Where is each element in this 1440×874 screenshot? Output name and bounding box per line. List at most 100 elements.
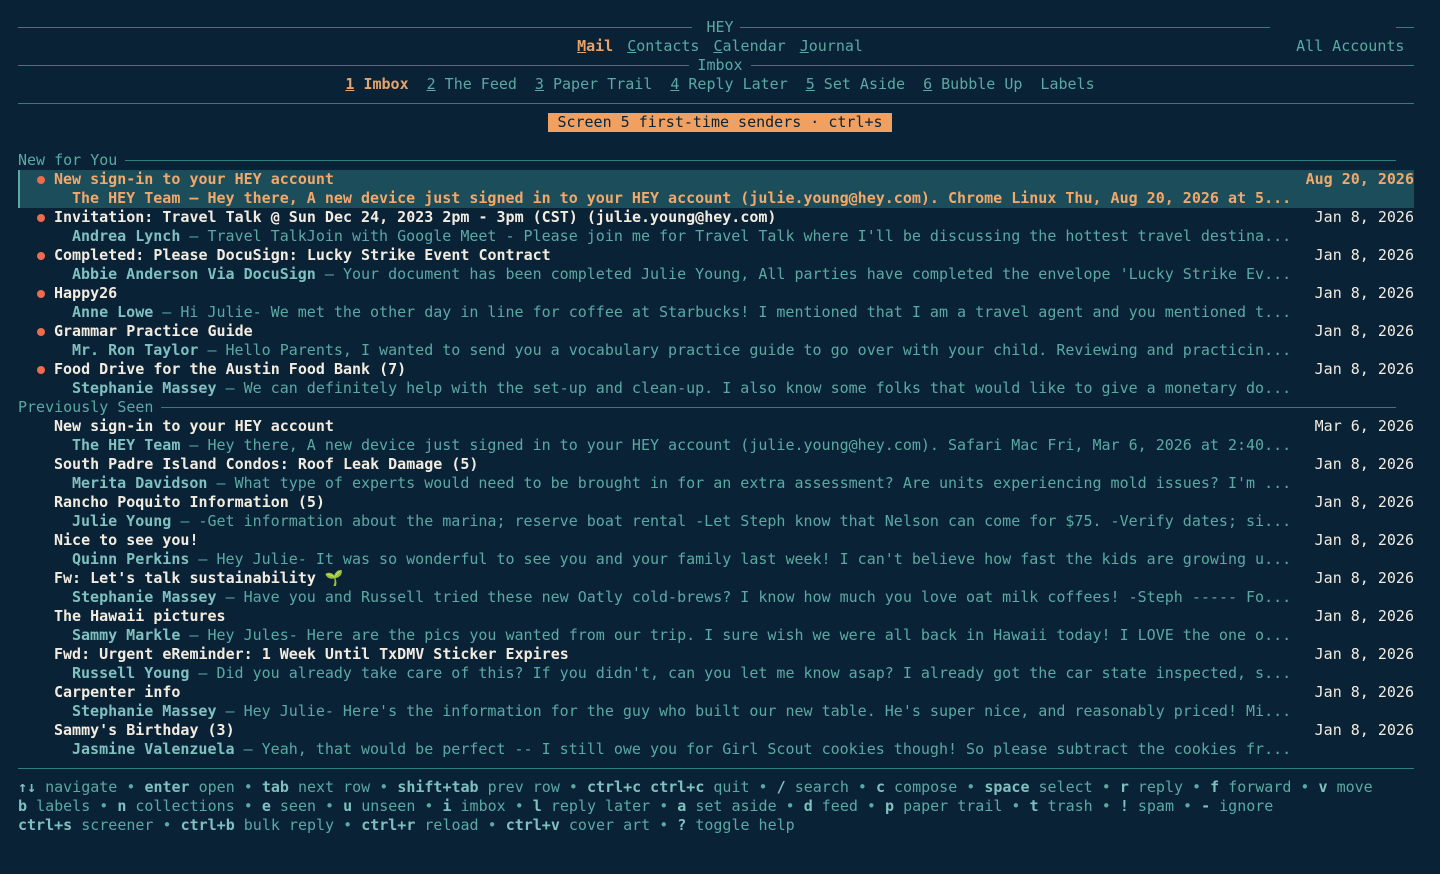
email-date: Aug 20, 2026 [1305, 170, 1414, 188]
email-line-main: Nice to see you! Jan 8, 2026 [18, 531, 1414, 550]
screener-banner[interactable]: Screen 5 first-time senders · ctrl+s [548, 113, 892, 132]
unread-dot-icon [37, 214, 45, 222]
email-row[interactable]: New sign-in to your HEY account Aug 20, 2… [18, 170, 1414, 208]
email-line-main: New sign-in to your HEY account Aug 20, 2… [18, 170, 1414, 189]
help-desc: open [198, 778, 235, 796]
email-row[interactable]: The Hawaii pictures Jan 8, 2026 Sammy Mark… [18, 607, 1414, 645]
email-row[interactable]: Food Drive for the Austin Food Bank (7) J… [18, 360, 1414, 398]
email-row[interactable]: Fwd: Urgent eReminder: 1 Week Until TxDM… [18, 645, 1414, 683]
nav-label: alendar [722, 37, 786, 55]
email-row[interactable]: Nice to see you! Jan 8, 2026 Quinn Perkins… [18, 531, 1414, 569]
main-nav: Mail Contacts Calendar Journal [0, 37, 1440, 56]
email-row[interactable]: Happy26 Jan 8, 2026 Anne Lowe — Hi Julie- … [18, 284, 1414, 322]
email-preview: Mr. Ron Taylor — Hello Parents, I wanted… [72, 341, 1291, 360]
email-subject: Carpenter info [54, 683, 181, 701]
email-preview: The HEY Team — Hey there, A new device j… [72, 436, 1291, 455]
email-line-main: Grammar Practice Guide Jan 8, 2026 [18, 322, 1414, 341]
mailbox-tab[interactable]: 4 Reply Later [670, 75, 787, 94]
email-sender: Julie Young [72, 512, 172, 530]
main-nav-item[interactable]: Journal [800, 37, 863, 56]
email-snippet: We can definitely help with the set-up a… [243, 379, 1292, 397]
mailbox-tab[interactable]: 1 Imbox [345, 75, 408, 94]
email-row[interactable]: Grammar Practice Guide Jan 8, 2026 Mr. Ron… [18, 322, 1414, 360]
email-date: Jan 8, 2026 [1314, 721, 1414, 739]
tab-label: The Feed [435, 75, 517, 93]
help-desc: screener [81, 816, 154, 834]
help-key: p [885, 797, 895, 815]
mailbox-tab[interactable]: 5 Set Aside [806, 75, 905, 94]
email-line-preview: Anne Lowe — Hi Julie- We met the other d… [18, 303, 1414, 322]
help-desc: toggle help [695, 816, 795, 834]
email-row[interactable]: Completed: Please DocuSign: Lucky Strike… [18, 246, 1414, 284]
help-key: tab [261, 778, 289, 796]
email-row[interactable]: South Padre Island Condos: Roof Leak Dam… [18, 455, 1414, 493]
tab-number: 5 [805, 75, 815, 93]
email-line-main: Fw: Let's talk sustainability 🌱 Jan 8, 20… [18, 569, 1414, 588]
email-row[interactable]: Fw: Let's talk sustainability 🌱 Jan 8, 20… [18, 569, 1414, 607]
email-sender: The HEY Team [72, 189, 181, 207]
separator-dash: — [234, 740, 262, 758]
help-separator: • [857, 797, 885, 815]
separator-dash: — [153, 303, 181, 321]
email-subject: Nice to see you! [54, 531, 199, 549]
mailbox-tab[interactable]: 6 Bubble Up [923, 75, 1022, 94]
help-key: a [677, 797, 687, 815]
email-date: Jan 8, 2026 [1314, 246, 1414, 264]
help-desc: next row [297, 778, 371, 796]
email-subject: Happy26 [54, 284, 118, 302]
help-key: v [1318, 778, 1328, 796]
unread-dot-icon [37, 328, 45, 336]
separator-dash: — [198, 341, 226, 359]
email-sender: Abbie Anderson Via DocuSign [72, 265, 316, 283]
email-row[interactable]: Rancho Poquito Information (5) Jan 8, 202… [18, 493, 1414, 531]
email-line-preview: Stephanie Massey — Hey Julie- Here's the… [18, 702, 1414, 721]
mailbox-tab[interactable]: 3 Paper Trail [535, 75, 652, 94]
unread-dot-icon [37, 176, 45, 184]
separator-dash: — [171, 512, 199, 530]
email-line-main: New sign-in to your HEY account Mar 6, 20… [18, 417, 1414, 436]
email-row[interactable]: Carpenter info Jan 8, 2026 Stephanie Masse… [18, 683, 1414, 721]
separator-dash: — [315, 265, 343, 283]
help-separator: • [478, 816, 506, 834]
mailbox-title-row: Imbox [0, 56, 1440, 75]
help-desc: bulk reply [243, 816, 335, 834]
email-subject: Sammy's Birthday (3) [54, 721, 235, 739]
email-sender: Jasmine Valenzuela [72, 740, 235, 758]
email-line-main: Happy26 Jan 8, 2026 [18, 284, 1414, 303]
help-separator: • [1174, 797, 1202, 815]
help-desc: collections [135, 797, 235, 815]
email-line-preview: Sammy Markle — Hey Jules- Here are the p… [18, 626, 1414, 645]
help-separator: • [505, 797, 533, 815]
email-sender: Stephanie Massey [72, 702, 217, 720]
email-row[interactable]: Sammy's Birthday (3) Jan 8, 2026 Jasmine V… [18, 721, 1414, 759]
help-desc: compose [894, 778, 958, 796]
email-subject: Rancho Poquito Information (5) [54, 493, 325, 511]
email-line-main: Sammy's Birthday (3) Jan 8, 2026 [18, 721, 1414, 740]
email-line-preview: The HEY Team — Hey there, A new device j… [18, 436, 1414, 455]
section-rule [18, 160, 1396, 161]
email-snippet: Hey Julie- Here's the information for th… [243, 702, 1292, 720]
separator-dash: — [216, 702, 244, 720]
email-subject: South Padre Island Condos: Roof Leak Dam… [54, 455, 479, 473]
email-snippet: -Get information about the marina; reser… [198, 512, 1292, 530]
help-key: ctrl+b [180, 816, 235, 834]
help-desc: reply later [550, 797, 651, 815]
main-nav-item[interactable]: Calendar [713, 37, 785, 56]
mailbox-tab[interactable]: Labels [1040, 75, 1094, 94]
help-desc: set aside [695, 797, 777, 815]
help-separator: • [848, 778, 876, 796]
mailbox-tab[interactable]: 2 The Feed [427, 75, 517, 94]
email-row[interactable]: Invitation: Travel Talk @ Sun Dec 24, 20… [18, 208, 1414, 246]
help-key: space [984, 778, 1030, 796]
email-line-main: Fwd: Urgent eReminder: 1 Week Until TxDM… [18, 645, 1414, 664]
main-nav-item[interactable]: Contacts [627, 37, 699, 56]
help-desc: ignore [1219, 797, 1274, 815]
email-subject: Invitation: Travel Talk @ Sun Dec 24, 20… [54, 208, 777, 226]
separator-dash: — [180, 436, 208, 454]
email-row[interactable]: New sign-in to your HEY account Mar 6, 20… [18, 417, 1414, 455]
email-date: Jan 8, 2026 [1314, 455, 1414, 473]
email-preview: Quinn Perkins — Hey Julie- It was so won… [72, 550, 1291, 569]
help-separator: • [749, 778, 777, 796]
email-snippet: Hey Jules- Here are the pics you wanted … [207, 626, 1292, 644]
main-nav-item[interactable]: Mail [577, 37, 613, 56]
